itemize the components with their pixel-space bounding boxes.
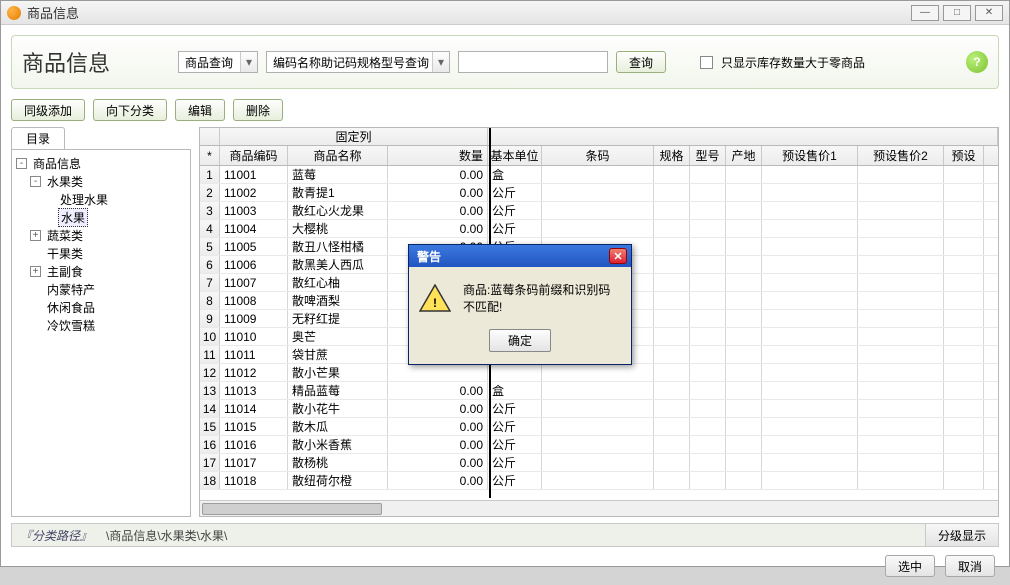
dialog-body: ! 商品:蓝莓条码前缀和识别码不匹配! <box>409 267 631 329</box>
warning-dialog: 警告 ✕ ! 商品:蓝莓条码前缀和识别码不匹配! 确定 <box>408 244 632 365</box>
dialog-ok-button[interactable]: 确定 <box>489 329 551 352</box>
dialog-close-button[interactable]: ✕ <box>609 248 627 264</box>
dialog-title: 警告 <box>417 248 441 265</box>
dialog-footer: 确定 <box>409 329 631 364</box>
modal-overlay: 警告 ✕ ! 商品:蓝莓条码前缀和识别码不匹配! 确定 <box>0 0 1010 567</box>
dialog-message: 商品:蓝莓条码前缀和识别码不匹配! <box>463 281 621 315</box>
svg-text:!: ! <box>433 296 437 310</box>
dialog-titlebar[interactable]: 警告 ✕ <box>409 245 631 267</box>
warning-icon: ! <box>419 284 451 312</box>
